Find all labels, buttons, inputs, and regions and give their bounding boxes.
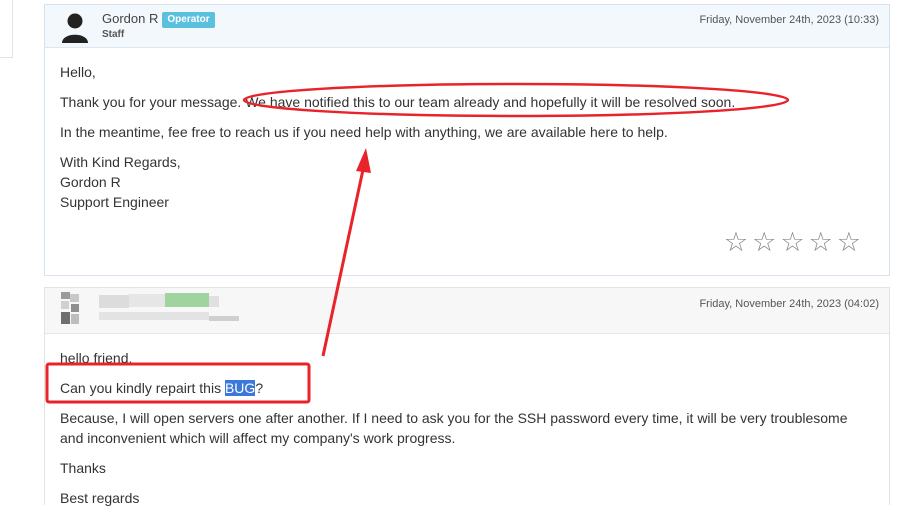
greeting: hello friend, [60,350,133,366]
message-date: Friday, November 24th, 2023 (04:02) [699,298,879,310]
body-text: ? [255,380,264,396]
star-icon[interactable]: ☆ [752,227,780,257]
star-icon[interactable]: ☆ [780,227,808,257]
signature-line: Support Engineer [60,194,169,210]
body-line: In the meantime, fee free to reach us if… [60,124,668,140]
thanks-line: Thanks [60,460,106,476]
message-body: Hello, Thank you for your message. We ha… [45,48,889,212]
message-body: hello friend, Can you kindly repairt thi… [45,334,889,508]
message-header: Gordon R Operator Staff Friday, November … [45,5,889,48]
greeting: Hello, [60,64,96,80]
body-text-circled: We have notified this to our team alread… [245,94,736,110]
signature: With Kind Regards, Gordon R Support Engi… [60,152,874,212]
author-name: Gordon R [102,11,159,26]
body-line: Can you kindly repairt this BUG? [60,378,874,398]
staff-reply-message: Gordon R Operator Staff Friday, November … [44,4,890,276]
star-icon[interactable]: ☆ [809,227,837,257]
author-role: Staff [102,29,125,40]
rating-stars: ☆☆☆☆☆ [724,229,865,256]
operator-badge: Operator [162,12,215,28]
signature-line: Gordon R [60,174,121,190]
user-avatar-icon [62,13,88,43]
message-date: Friday, November 24th, 2023 (10:33) [699,14,879,26]
body-line: Thank you for your message. We have noti… [60,92,874,112]
body-text: Thank you for your message. [60,94,242,110]
selected-text-highlight: BUG [224,380,256,396]
client-message: Friday, November 24th, 2023 (04:02) hell… [44,287,890,508]
star-icon[interactable]: ☆ [837,227,865,257]
author-name-row: Gordon R Operator [102,11,215,28]
body-text: Can you kindly repairt this [60,380,222,396]
message-header: Friday, November 24th, 2023 (04:02) [45,288,889,334]
left-panel-edge [0,0,13,58]
star-icon[interactable]: ☆ [724,227,752,257]
redacted-client-identity [61,292,239,324]
body-line: Because, I will open servers one after a… [60,410,848,446]
signature-line: With Kind Regards, [60,154,181,170]
regards-line: Best regards [60,490,140,506]
